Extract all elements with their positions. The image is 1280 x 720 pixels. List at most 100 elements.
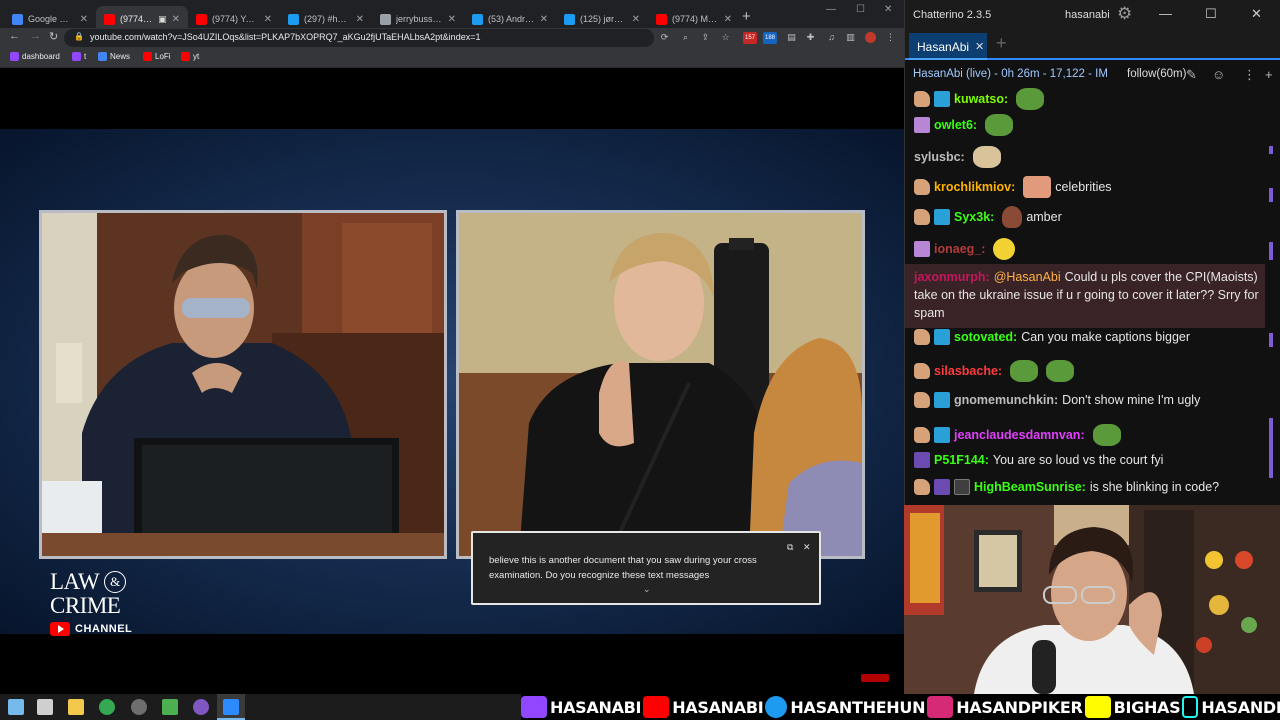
- address-bar[interactable]: 🔒 youtube.com/watch?v=JSo4UZILOqs&list=P…: [64, 29, 654, 47]
- chat-message[interactable]: owlet6:: [914, 114, 1264, 136]
- chat-message[interactable]: sotovated: Can you make captions bigger: [914, 328, 1264, 346]
- chat-username[interactable]: P51F144:: [934, 451, 989, 469]
- chat-username[interactable]: silasbache:: [934, 362, 1002, 380]
- more-menu-icon[interactable]: ⋮: [885, 32, 896, 43]
- peach-emote-icon[interactable]: [1023, 176, 1052, 198]
- controller-icon[interactable]: [162, 699, 178, 715]
- chat-username[interactable]: gnomemunchkin:: [954, 391, 1058, 409]
- more-menu-icon[interactable]: ⋮: [1243, 67, 1256, 83]
- chat-message[interactable]: gnomemunchkin: Don't show mine I'm ugly: [914, 391, 1264, 409]
- crown-badge-icon[interactable]: [934, 329, 950, 345]
- prime-badge-icon[interactable]: [914, 117, 930, 133]
- open-external-icon[interactable]: ⧉: [787, 540, 793, 555]
- chat-username[interactable]: kuwatso:: [954, 90, 1008, 108]
- picture-in-picture-icon[interactable]: ▣: [158, 14, 167, 25]
- close-icon[interactable]: ✕: [975, 40, 984, 53]
- caption-close-icon[interactable]: ✕: [803, 540, 811, 555]
- app-icon[interactable]: [193, 699, 209, 715]
- close-window-icon[interactable]: ✕: [1251, 6, 1262, 22]
- extensions-puzzle-icon[interactable]: ✚: [805, 32, 816, 43]
- file-explorer-icon[interactable]: [68, 699, 84, 715]
- moon-badge-icon[interactable]: [954, 479, 970, 495]
- sub-badge-icon[interactable]: [914, 179, 930, 195]
- frog-emote-icon[interactable]: [1016, 88, 1045, 110]
- chat-mention[interactable]: @HasanAbi: [994, 270, 1061, 284]
- zoom-icon[interactable]: ⌕: [680, 32, 691, 43]
- prime-badge-icon[interactable]: [914, 241, 930, 257]
- media-icon[interactable]: ♫: [826, 32, 837, 43]
- chat-message[interactable]: HighBeamSunrise: is she blinking in code?: [914, 478, 1264, 496]
- close-icon[interactable]: ✕: [632, 14, 640, 25]
- share-icon[interactable]: ⇪: [700, 32, 711, 43]
- crown-badge-icon[interactable]: [934, 91, 950, 107]
- cast-icon[interactable]: ⟳: [659, 32, 670, 43]
- close-icon[interactable]: ✕: [540, 14, 548, 25]
- chat-username[interactable]: jaxonmurph:: [914, 270, 990, 284]
- profile-avatar-icon[interactable]: [865, 32, 876, 43]
- windows-start-icon[interactable]: [8, 699, 24, 715]
- back-icon[interactable]: ←: [9, 30, 20, 42]
- crown-badge-icon[interactable]: [934, 209, 950, 225]
- sub-badge-icon[interactable]: [914, 329, 930, 345]
- video-player[interactable]: LAW & CRIME CHANNEL ⧉ ✕ believe this is …: [0, 69, 904, 694]
- extension-badge-188[interactable]: 188: [763, 32, 777, 44]
- chat-username[interactable]: jeanclaudesdamnvan:: [954, 426, 1085, 444]
- maximize-icon[interactable]: ☐: [856, 4, 865, 15]
- frog-emote-icon[interactable]: [1046, 360, 1075, 382]
- side-panel-icon[interactable]: ▥: [845, 32, 856, 43]
- chat-message[interactable]: kuwatso:: [914, 88, 1264, 110]
- close-icon[interactable]: ✕: [172, 14, 180, 25]
- forward-icon[interactable]: →: [30, 30, 41, 42]
- obs-icon[interactable]: [131, 699, 147, 715]
- bookmark-yt[interactable]: yt: [181, 52, 199, 61]
- close-icon[interactable]: ✕: [448, 14, 456, 25]
- sub-badge-icon[interactable]: [914, 479, 930, 495]
- close-icon[interactable]: ✕: [356, 14, 364, 25]
- chat-message[interactable]: Syx3k: amber: [914, 206, 1264, 228]
- chrome-icon[interactable]: [99, 699, 115, 715]
- tan-emote-icon[interactable]: [972, 146, 1001, 168]
- chat-username[interactable]: Syx3k:: [954, 208, 994, 226]
- frog-emote-icon[interactable]: [985, 114, 1014, 136]
- chat-message[interactable]: ionaeg_:: [914, 238, 1264, 260]
- chat-message[interactable]: krochlikmiov: celebrities: [914, 176, 1264, 198]
- frog-emote-icon[interactable]: [1092, 424, 1121, 446]
- sub-badge-icon[interactable]: [914, 427, 930, 443]
- chat-username[interactable]: HighBeamSunrise:: [974, 478, 1086, 496]
- poo-emote-icon[interactable]: [1002, 206, 1023, 228]
- chat-message[interactable]: jeanclaudesdamnvan:: [914, 424, 1264, 446]
- message-icon[interactable]: ▤: [786, 32, 797, 43]
- sub-badge-icon[interactable]: [914, 392, 930, 408]
- chat-username[interactable]: ionaeg_:: [934, 240, 985, 258]
- bookmark-star-icon[interactable]: ☆: [720, 32, 731, 43]
- minimize-icon[interactable]: —: [826, 4, 836, 15]
- gear-icon[interactable]: ⚙: [1117, 4, 1132, 24]
- minimize-icon[interactable]: —: [1159, 6, 1172, 21]
- yellow-emote-icon[interactable]: [993, 238, 1016, 260]
- follow-mode-button[interactable]: follow(60m): [1127, 68, 1186, 80]
- sub-badge-icon[interactable]: [914, 209, 930, 225]
- bookmark-t[interactable]: t: [72, 52, 86, 61]
- chat-username[interactable]: owlet6:: [934, 116, 977, 134]
- purple-badge-icon[interactable]: [914, 452, 930, 468]
- users-icon[interactable]: ☺: [1212, 67, 1225, 82]
- chat-message[interactable]: sylusbc:: [914, 146, 1264, 168]
- chat-message-list[interactable]: kuwatso: owlet6: sylusbc: krochlikmiov: cele…: [905, 88, 1265, 505]
- account-name[interactable]: hasanabi: [1065, 9, 1110, 21]
- pencil-icon[interactable]: ✎: [1186, 67, 1197, 83]
- crown-badge-icon[interactable]: [934, 427, 950, 443]
- maximize-icon[interactable]: ☐: [1205, 6, 1217, 22]
- chat-message[interactable]: jaxonmurph: @HasanAbi Could u pls cover th…: [905, 264, 1265, 328]
- reload-icon[interactable]: ↻: [49, 30, 58, 43]
- bookmark-lofi[interactable]: LoFi: [143, 52, 171, 61]
- live-caption-box[interactable]: ⧉ ✕ believe this is another document tha…: [471, 531, 821, 605]
- chat-tab-hasanabi[interactable]: HasanAbi ✕: [909, 33, 987, 60]
- add-tab-icon[interactable]: +: [996, 33, 1007, 54]
- chat-username[interactable]: krochlikmiov:: [934, 178, 1015, 196]
- new-tab-button[interactable]: +: [742, 8, 751, 25]
- bookmark-dashboard[interactable]: dashboard: [10, 52, 60, 61]
- crown-badge-icon[interactable]: [934, 392, 950, 408]
- chat-username[interactable]: sylusbc:: [914, 148, 965, 166]
- task-view-icon[interactable]: [37, 699, 53, 715]
- chat-scrollbar[interactable]: [1269, 88, 1273, 505]
